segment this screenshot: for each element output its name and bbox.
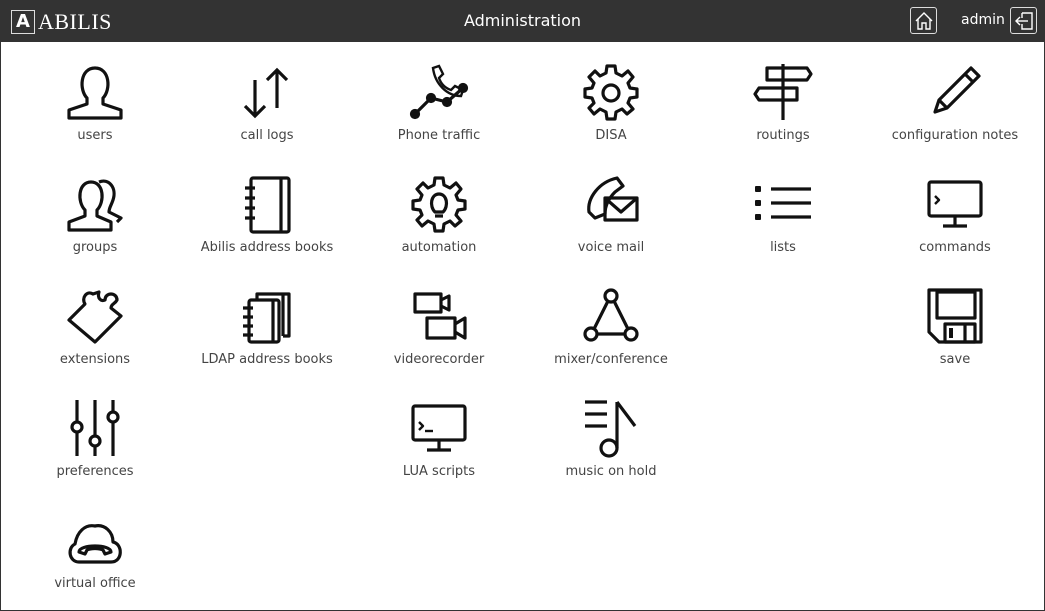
cloud-phone-icon (68, 524, 122, 564)
tile-label: commands (919, 240, 991, 255)
tile-label: groups (72, 240, 118, 255)
gear-icon (583, 64, 639, 121)
music-note-icon (585, 400, 637, 458)
tile-extensions[interactable]: extensions (20, 286, 170, 386)
tile-label: Abilis address books (200, 240, 334, 255)
tile-lua-scripts[interactable]: LUA scripts (364, 398, 514, 498)
page-title: Administration (463, 11, 582, 30)
logout-button[interactable] (1010, 7, 1037, 34)
tile-videorecorder[interactable]: videorecorder (364, 286, 514, 386)
tile-users[interactable]: users (20, 62, 170, 162)
tile-routings[interactable]: routings (708, 62, 858, 162)
tile-voice-mail[interactable]: voice mail (536, 174, 686, 274)
tile-configuration-notes[interactable]: configuration notes (880, 62, 1030, 162)
tile-commands[interactable]: commands (880, 174, 1030, 274)
monitor-terminal-icon (411, 404, 467, 452)
video-cameras-icon (413, 292, 467, 340)
tile-label: lists (770, 240, 796, 255)
tile-label: virtual office (54, 576, 136, 591)
tile-disa[interactable]: DISA (536, 62, 686, 162)
tile-label: routings (756, 128, 810, 143)
tile-label: extensions (59, 352, 131, 367)
pencil-icon (933, 66, 981, 114)
tile-abilis-address-books[interactable]: Abilis address books (192, 174, 342, 274)
tile-label: call logs (240, 128, 294, 143)
address-book-icon (245, 176, 291, 234)
tile-phone-traffic[interactable]: Phone traffic (364, 62, 514, 162)
signpost-icon (753, 64, 813, 120)
tile-label: automation (401, 240, 477, 255)
tile-label: LUA scripts (402, 464, 476, 479)
tile-save[interactable]: save (880, 286, 1030, 386)
address-books-icon (243, 292, 291, 344)
tile-ldap-address-books[interactable]: LDAP address books (192, 286, 342, 386)
home-icon (915, 11, 932, 30)
current-user: admin (961, 12, 1005, 28)
floppy-icon (927, 288, 983, 344)
tile-automation[interactable]: automation (364, 174, 514, 274)
tile-call-logs[interactable]: call logs (192, 62, 342, 162)
monitor-prompt-icon (927, 180, 983, 228)
tile-label: videorecorder (393, 352, 485, 367)
tile-label: music on hold (565, 464, 657, 479)
tile-mixer-conference[interactable]: mixer/conference (536, 286, 686, 386)
tile-label: mixer/conference (554, 352, 668, 367)
triangle-nodes-icon (583, 288, 639, 342)
tile-label: Phone traffic (397, 128, 481, 143)
tile-groups[interactable]: groups (20, 174, 170, 274)
tile-label: preferences (56, 464, 134, 479)
list-icon (755, 186, 811, 220)
tile-label: DISA (595, 128, 627, 143)
sliders-icon (70, 400, 120, 456)
tile-music-on-hold[interactable]: music on hold (536, 398, 686, 498)
phone-envelope-icon (587, 176, 639, 222)
tile-label: voice mail (577, 240, 645, 255)
tile-label: save (939, 352, 971, 367)
gear-bulb-icon (411, 176, 467, 233)
user-icon (67, 66, 123, 120)
tile-virtual-office[interactable]: virtual office (20, 510, 170, 610)
users-icon (67, 179, 123, 232)
puzzle-icon (67, 290, 123, 344)
tile-preferences[interactable]: preferences (20, 398, 170, 498)
logout-icon (1014, 11, 1033, 30)
tile-label: LDAP address books (201, 352, 333, 367)
tile-label: configuration notes (891, 128, 1019, 143)
tile-lists[interactable]: lists (708, 174, 858, 274)
phone-chart-icon (409, 64, 469, 120)
tile-label: users (77, 128, 113, 143)
home-button[interactable] (910, 7, 937, 34)
arrows-updown-icon (243, 67, 289, 119)
top-bar: A ABILIS Administration admin (0, 0, 1045, 42)
